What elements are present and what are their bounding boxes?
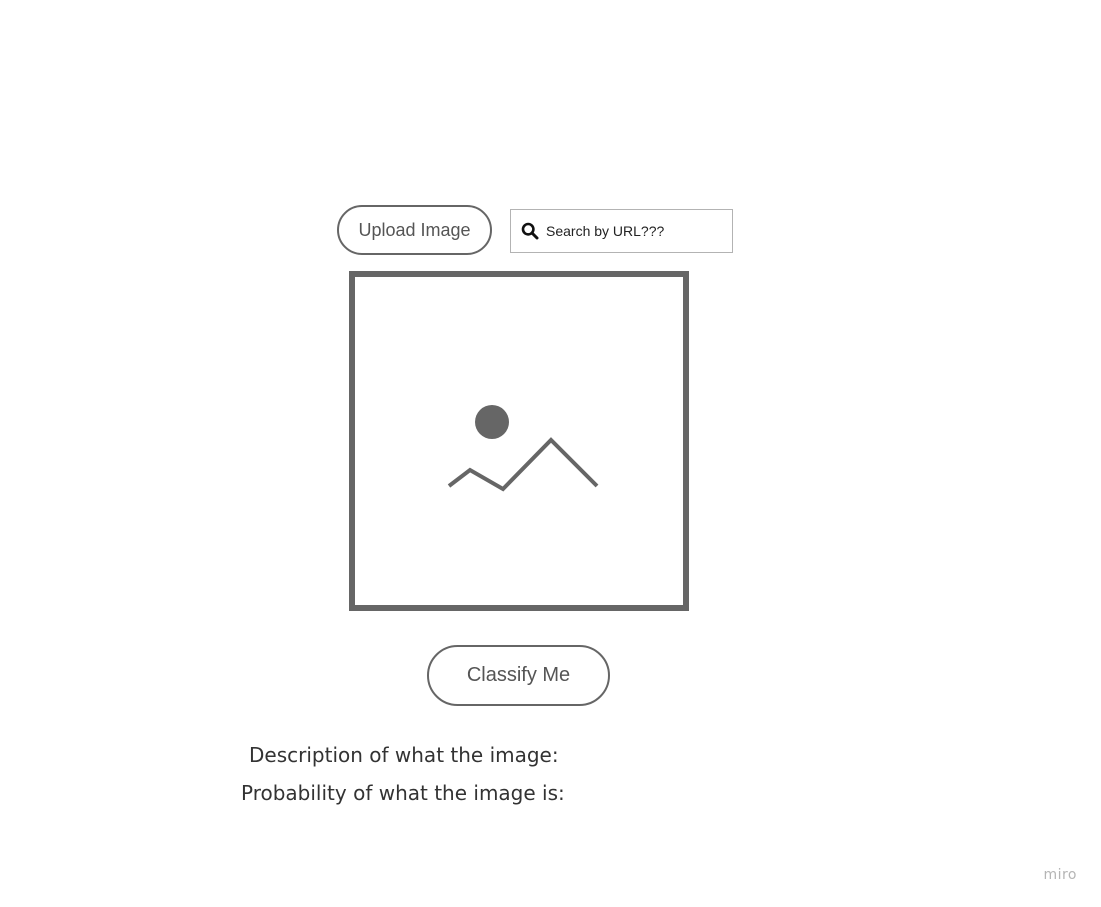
classify-button[interactable]: Classify Me: [427, 645, 610, 706]
description-label: Description of what the image:: [249, 743, 559, 767]
miro-watermark: miro: [1043, 867, 1077, 883]
search-url-input[interactable]: [546, 223, 721, 239]
upload-image-button[interactable]: Upload Image: [337, 205, 492, 255]
search-url-box[interactable]: [510, 209, 733, 253]
search-icon: [521, 222, 539, 240]
image-preview-frame: [349, 271, 689, 611]
image-placeholder-icon: [447, 405, 599, 492]
probability-label: Probability of what the image is:: [241, 781, 565, 805]
